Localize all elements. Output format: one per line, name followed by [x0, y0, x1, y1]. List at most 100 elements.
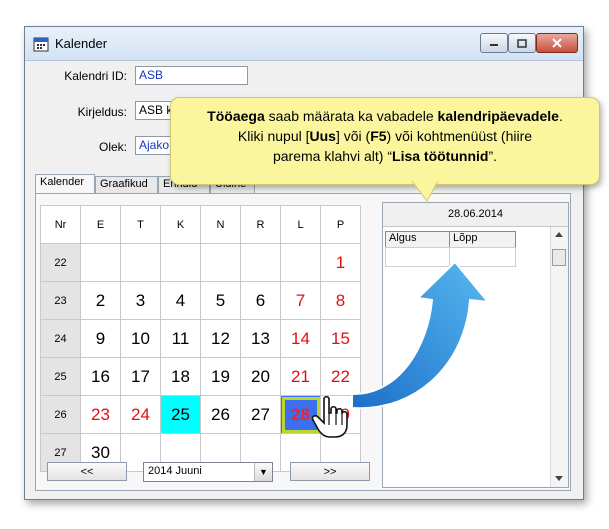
- scroll-down-icon[interactable]: [555, 476, 563, 482]
- calendar-week-row: 24 9 10 11 12 13 14 15: [40, 319, 361, 358]
- tip-bold: Uus: [309, 128, 336, 144]
- close-button[interactable]: [536, 33, 578, 53]
- day-cell[interactable]: 11: [160, 319, 201, 358]
- tip-bold: Lisa töötunnid: [392, 148, 489, 164]
- day-cell[interactable]: [280, 243, 321, 282]
- day-cell[interactable]: 23: [80, 395, 121, 434]
- col-header-end[interactable]: Lõpp: [449, 231, 516, 248]
- tip-text: parema klahvi alt) “: [272, 148, 393, 164]
- col-header-mon: E: [80, 205, 121, 244]
- tab-graafikud[interactable]: Graafikud: [95, 176, 158, 193]
- day-cell[interactable]: [80, 243, 121, 282]
- tip-text: ] või (: [335, 128, 371, 144]
- scroll-up-icon[interactable]: [555, 232, 563, 238]
- tab-kalender[interactable]: Kalender: [35, 174, 95, 194]
- scrollbar-thumb[interactable]: [552, 249, 566, 266]
- col-header-thu: N: [200, 205, 241, 244]
- id-field[interactable]: ASB: [135, 66, 248, 85]
- tip-bold: kalendripäevadele: [437, 108, 559, 124]
- maximize-button[interactable]: [508, 33, 536, 53]
- col-header-tue: T: [120, 205, 161, 244]
- id-label: Kalendri ID:: [64, 69, 127, 83]
- tip-text: Kliki nupul [: [237, 128, 310, 144]
- month-select-value: 2014 Juuni: [148, 465, 202, 477]
- maximize-icon: [517, 38, 527, 48]
- calendar-app-icon: [33, 37, 49, 52]
- close-icon: [552, 38, 562, 48]
- day-cell[interactable]: 5: [200, 281, 241, 320]
- calendar-header-row: Nr E T K N R L P: [40, 205, 361, 244]
- tip-bold: Tööaega: [207, 108, 265, 124]
- day-cell[interactable]: 16: [80, 357, 121, 396]
- col-header-fri: R: [240, 205, 281, 244]
- start-cell[interactable]: [385, 247, 450, 267]
- calendar-week-row: 23 2 3 4 5 6 7 8: [40, 281, 361, 320]
- calendar-week-row: 25 16 17 18 19 20 21 22: [40, 357, 361, 396]
- tip-text: saab määrata ka vabadele: [264, 108, 438, 124]
- day-cell[interactable]: [160, 243, 201, 282]
- minimize-button[interactable]: [480, 33, 508, 53]
- tooltip-text: Tööaega saab määrata ka vabadele kalendr…: [171, 106, 599, 166]
- day-cell[interactable]: 24: [120, 395, 161, 434]
- col-header-start[interactable]: Algus: [385, 231, 450, 248]
- window-title: Kalender: [55, 36, 108, 51]
- tooltip-tail-icon: [411, 181, 439, 202]
- month-select[interactable]: 2014 Juuni ▼: [143, 462, 273, 482]
- day-cell[interactable]: 19: [200, 357, 241, 396]
- tooltip-line-1: Tööaega saab määrata ka vabadele kalendr…: [171, 106, 599, 126]
- tooltip-line-2: Kliki nupul [Uus] või (F5) või kohtmenüü…: [171, 126, 599, 146]
- end-cell[interactable]: [449, 247, 516, 267]
- col-header-week: Nr: [40, 205, 81, 244]
- title-bar[interactable]: Kalender: [25, 27, 583, 61]
- day-cell[interactable]: 7: [280, 281, 321, 320]
- day-cell[interactable]: 1: [320, 243, 361, 282]
- tip-text: ) või kohtmenüüst (hiire: [386, 128, 533, 144]
- tip-text: .: [558, 108, 563, 124]
- tip-text: ”.: [488, 148, 498, 164]
- day-cell[interactable]: 6: [240, 281, 281, 320]
- day-cell[interactable]: 26: [200, 395, 241, 434]
- day-cell[interactable]: 8: [320, 281, 361, 320]
- week-number: 24: [40, 319, 81, 358]
- day-cell[interactable]: 22: [320, 357, 361, 396]
- tip-bold: F5: [370, 128, 387, 144]
- prev-month-button[interactable]: <<: [47, 462, 127, 481]
- hand-cursor-icon: [311, 395, 348, 438]
- day-cell[interactable]: [240, 243, 281, 282]
- day-cell[interactable]: 4: [160, 281, 201, 320]
- calendar-week-row: 22 1: [40, 243, 361, 282]
- tooltip-line-3: parema klahvi alt) “Lisa töötunnid”.: [171, 146, 599, 166]
- chevron-down-icon[interactable]: ▼: [254, 463, 272, 481]
- day-cell[interactable]: 20: [240, 357, 281, 396]
- week-number: 26: [40, 395, 81, 434]
- day-cell[interactable]: 15: [320, 319, 361, 358]
- description-label: Kirjeldus:: [77, 105, 127, 119]
- tooltip-callout: Tööaega saab määrata ka vabadele kalendr…: [170, 97, 600, 185]
- day-cell[interactable]: 3: [120, 281, 161, 320]
- day-cell[interactable]: [120, 243, 161, 282]
- day-cell[interactable]: 27: [240, 395, 281, 434]
- day-cell[interactable]: 21: [280, 357, 321, 396]
- col-header-wed: K: [160, 205, 201, 244]
- day-cell[interactable]: 2: [80, 281, 121, 320]
- selected-date: 28.06.2014: [383, 203, 568, 227]
- col-header-sun: P: [320, 205, 361, 244]
- col-header-sat: L: [280, 205, 321, 244]
- day-cell-today[interactable]: 25: [160, 395, 201, 434]
- day-cell[interactable]: 17: [120, 357, 161, 396]
- day-cell[interactable]: 18: [160, 357, 201, 396]
- day-cell[interactable]: 14: [280, 319, 321, 358]
- next-month-button[interactable]: >>: [290, 462, 370, 481]
- vertical-scrollbar[interactable]: [550, 227, 568, 487]
- minimize-icon: [490, 44, 498, 46]
- day-cell[interactable]: 9: [80, 319, 121, 358]
- week-number: 23: [40, 281, 81, 320]
- day-cell[interactable]: 12: [200, 319, 241, 358]
- week-number: 22: [40, 243, 81, 282]
- day-cell[interactable]: [200, 243, 241, 282]
- working-hours-panel: 28.06.2014 Algus Lõpp: [382, 202, 569, 488]
- day-cell[interactable]: 13: [240, 319, 281, 358]
- day-cell[interactable]: 10: [120, 319, 161, 358]
- state-label: Olek:: [98, 140, 127, 154]
- week-number: 25: [40, 357, 81, 396]
